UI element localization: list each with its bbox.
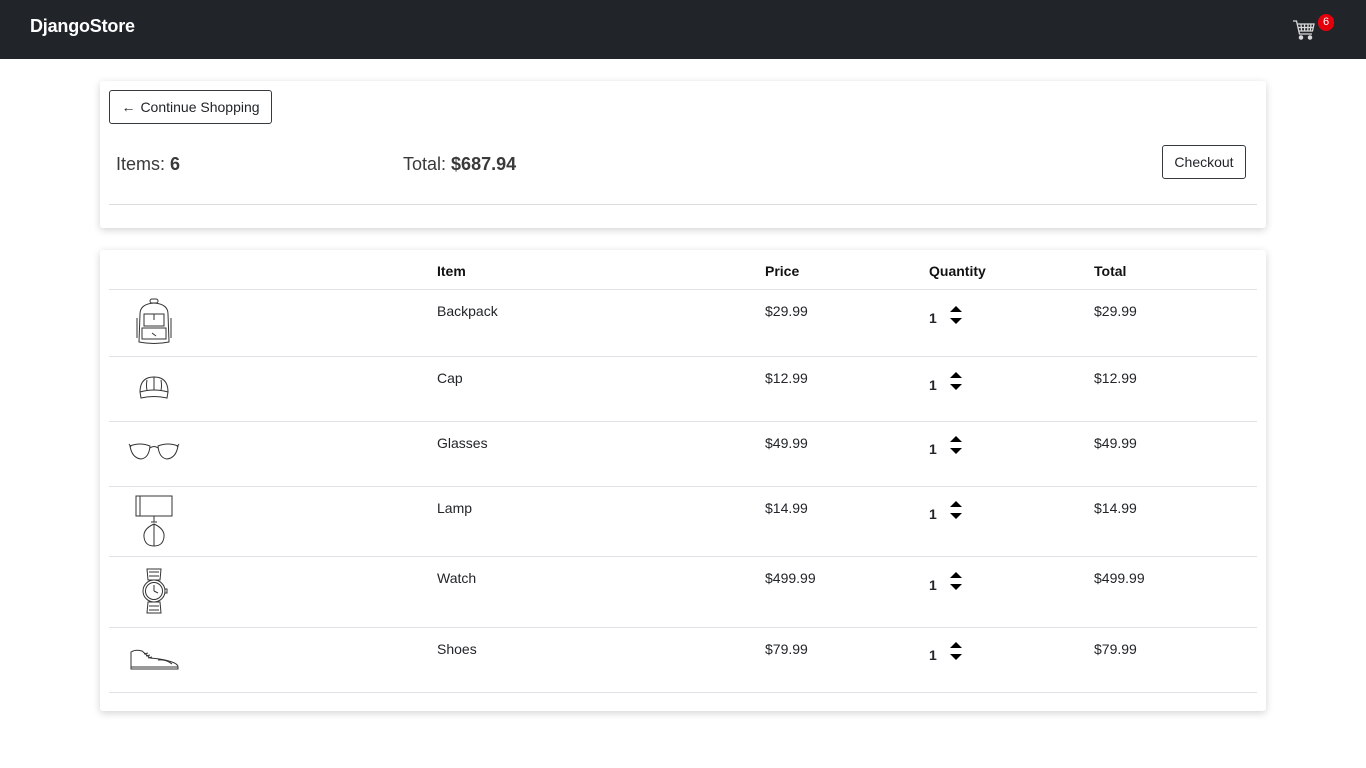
navbar: DjangoStore 6 [0, 0, 1366, 59]
item-name[interactable]: Backpack [437, 303, 498, 319]
item-name[interactable]: Shoes [437, 641, 477, 657]
column-header-price: Price [765, 263, 800, 279]
quantity-stepper[interactable] [949, 570, 963, 592]
item-total: $29.99 [1094, 303, 1137, 319]
item-price: $29.99 [765, 303, 808, 319]
glasses-icon [128, 440, 180, 464]
item-total: $49.99 [1094, 435, 1137, 451]
total-label: Total: [403, 154, 447, 174]
continue-shopping-button[interactable]: ← Continue Shopping [109, 90, 272, 124]
brand-logo[interactable]: DjangoStore [30, 16, 135, 37]
watch-icon [136, 567, 172, 615]
item-total: $79.99 [1094, 641, 1137, 657]
item-price: $14.99 [765, 500, 808, 516]
item-quantity: 1 [929, 310, 937, 326]
row-divider [109, 421, 1257, 422]
quantity-stepper[interactable] [949, 499, 963, 521]
checkout-button[interactable]: Checkout [1162, 145, 1246, 179]
backpack-icon [132, 298, 176, 346]
cart-summary-card: ← Continue Shopping Items: 6 Total: $687… [100, 81, 1266, 228]
item-name[interactable]: Lamp [437, 500, 472, 516]
item-name[interactable]: Cap [437, 370, 463, 386]
column-header-quantity: Quantity [929, 263, 986, 279]
row-divider [109, 627, 1257, 628]
item-name[interactable]: Watch [437, 570, 476, 586]
item-quantity: 1 [929, 647, 937, 663]
cap-icon [136, 374, 172, 404]
item-price: $49.99 [765, 435, 808, 451]
column-header-item: Item [437, 263, 466, 279]
cart-items-card: Item Price Quantity Total Backpack $29.9… [100, 250, 1266, 711]
shopping-cart-icon[interactable] [1292, 18, 1316, 42]
quantity-stepper[interactable] [949, 640, 963, 662]
row-divider [109, 692, 1257, 693]
shoes-icon [128, 646, 180, 672]
item-price: $12.99 [765, 370, 808, 386]
item-name[interactable]: Glasses [437, 435, 488, 451]
item-quantity: 1 [929, 506, 937, 522]
item-price: $79.99 [765, 641, 808, 657]
row-divider [109, 556, 1257, 557]
header-divider [109, 289, 1257, 290]
item-price: $499.99 [765, 570, 816, 586]
quantity-stepper[interactable] [949, 304, 963, 326]
item-quantity: 1 [929, 577, 937, 593]
cart-count-badge: 6 [1318, 14, 1334, 31]
row-divider [109, 356, 1257, 357]
divider [109, 204, 1257, 205]
continue-shopping-label: Continue Shopping [140, 99, 260, 115]
quantity-stepper[interactable] [949, 434, 963, 456]
total-value: $687.94 [451, 154, 517, 174]
items-count: Items: 6 [116, 154, 180, 175]
lamp-icon [134, 494, 174, 548]
item-total: $14.99 [1094, 500, 1137, 516]
items-label: Items: [116, 154, 166, 174]
item-total: $499.99 [1094, 570, 1145, 586]
column-header-total: Total [1094, 263, 1127, 279]
row-divider [109, 486, 1257, 487]
left-arrow-icon: ← [121, 99, 136, 115]
items-value: 6 [170, 154, 181, 174]
quantity-stepper[interactable] [949, 370, 963, 392]
item-quantity: 1 [929, 377, 937, 393]
item-quantity: 1 [929, 441, 937, 457]
cart-total: Total: $687.94 [403, 154, 516, 175]
item-total: $12.99 [1094, 370, 1137, 386]
